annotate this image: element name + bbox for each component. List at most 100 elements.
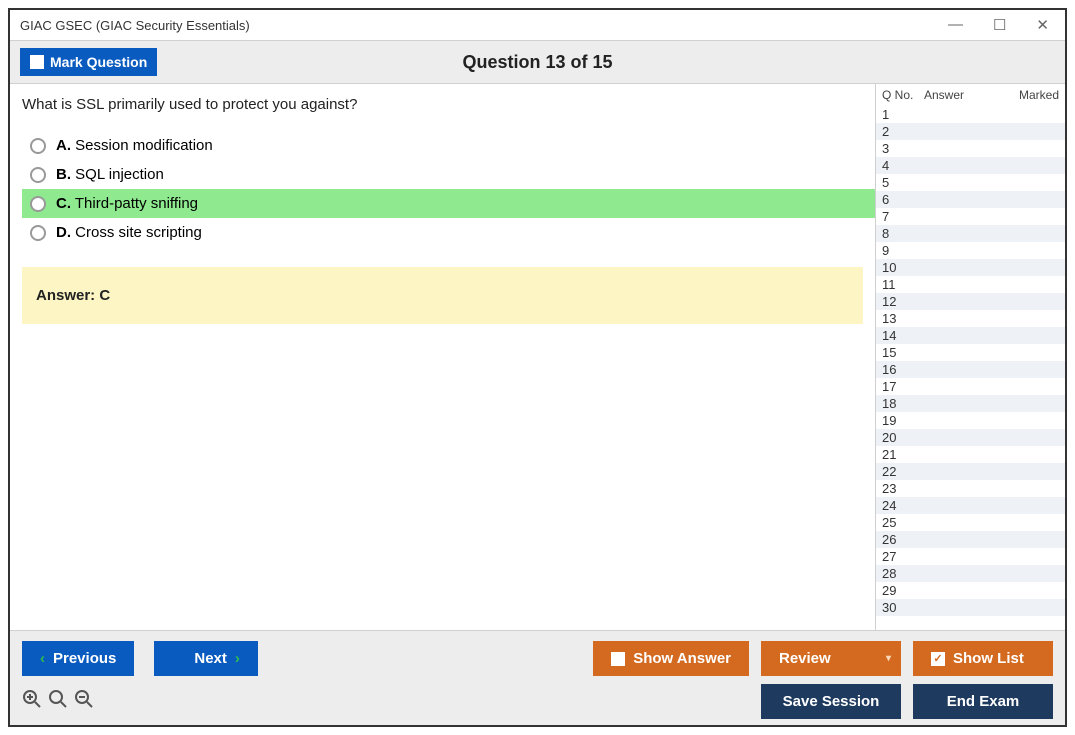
list-row[interactable]: 25 [876,514,1065,531]
save-session-label: Save Session [783,693,880,710]
row-qno: 30 [882,600,924,615]
row-qno: 18 [882,396,924,411]
row-qno: 1 [882,107,924,122]
row-qno: 13 [882,311,924,326]
list-rows[interactable]: 1234567891011121314151617181920212223242… [876,106,1065,630]
list-row[interactable]: 22 [876,463,1065,480]
row-qno: 6 [882,192,924,207]
radio-icon [30,167,46,183]
end-exam-button[interactable]: End Exam [913,684,1053,719]
list-row[interactable]: 28 [876,565,1065,582]
titlebar: GIAC GSEC (GIAC Security Essentials) — ☐… [10,10,1065,40]
option-label: D. Cross site scripting [56,224,202,241]
header-marked: Marked [1019,88,1059,102]
option-label: B. SQL injection [56,166,164,183]
row-qno: 2 [882,124,924,139]
minimize-icon[interactable]: — [942,14,969,36]
row-qno: 28 [882,566,924,581]
row-qno: 10 [882,260,924,275]
save-session-button[interactable]: Save Session [761,684,901,719]
option-c[interactable]: C. Third-patty sniffing [22,189,875,218]
list-row[interactable]: 13 [876,310,1065,327]
list-row[interactable]: 2 [876,123,1065,140]
list-row[interactable]: 23 [876,480,1065,497]
topbar: Mark Question Question 13 of 15 [10,40,1065,84]
maximize-icon[interactable]: ☐ [987,14,1012,36]
row-qno: 12 [882,294,924,309]
review-label: Review [779,650,831,667]
next-button[interactable]: Next › [154,641,258,676]
list-row[interactable]: 24 [876,497,1065,514]
option-d[interactable]: D. Cross site scripting [22,218,875,247]
row-qno: 23 [882,481,924,496]
list-row[interactable]: 29 [876,582,1065,599]
close-icon[interactable]: ✕ [1030,14,1055,36]
checkbox-checked-icon: ✓ [931,652,945,666]
list-row[interactable]: 7 [876,208,1065,225]
radio-icon [30,196,46,212]
mark-question-label: Mark Question [50,54,147,70]
answer-box: Answer: C [22,267,863,324]
option-a[interactable]: A. Session modification [22,131,875,160]
row-qno: 8 [882,226,924,241]
list-row[interactable]: 10 [876,259,1065,276]
zoom-in-icon[interactable] [22,689,42,715]
list-row[interactable]: 26 [876,531,1065,548]
row-qno: 15 [882,345,924,360]
zoom-reset-icon[interactable] [48,689,68,715]
list-row[interactable]: 17 [876,378,1065,395]
next-label: Next [194,650,227,667]
list-row[interactable]: 1 [876,106,1065,123]
show-answer-button[interactable]: Show Answer [593,641,749,676]
row-qno: 21 [882,447,924,462]
checkbox-icon [611,652,625,666]
review-button[interactable]: Review ▾ [761,641,901,676]
list-row[interactable]: 14 [876,327,1065,344]
list-row[interactable]: 12 [876,293,1065,310]
list-row[interactable]: 6 [876,191,1065,208]
option-b[interactable]: B. SQL injection [22,160,875,189]
row-qno: 4 [882,158,924,173]
options-list: A. Session modification B. SQL injection C… [22,131,875,247]
list-row[interactable]: 8 [876,225,1065,242]
list-row[interactable]: 15 [876,344,1065,361]
list-row[interactable]: 11 [876,276,1065,293]
list-row[interactable]: 3 [876,140,1065,157]
window-title: GIAC GSEC (GIAC Security Essentials) [20,18,250,33]
row-qno: 7 [882,209,924,224]
row-qno: 25 [882,515,924,530]
row-qno: 17 [882,379,924,394]
checkbox-icon [30,55,44,69]
row-qno: 29 [882,583,924,598]
list-row[interactable]: 5 [876,174,1065,191]
list-row[interactable]: 19 [876,412,1065,429]
list-row[interactable]: 30 [876,599,1065,616]
question-counter: Question 13 of 15 [462,52,612,73]
list-row[interactable]: 18 [876,395,1065,412]
list-row[interactable]: 20 [876,429,1065,446]
question-list-panel: Q No. Answer Marked 12345678910111213141… [875,84,1065,630]
zoom-out-icon[interactable] [74,689,94,715]
row-qno: 20 [882,430,924,445]
row-qno: 3 [882,141,924,156]
mark-question-button[interactable]: Mark Question [20,48,157,76]
list-row[interactable]: 4 [876,157,1065,174]
option-label: C. Third-patty sniffing [56,195,198,212]
show-list-button[interactable]: ✓ Show List [913,641,1053,676]
list-row[interactable]: 27 [876,548,1065,565]
row-qno: 19 [882,413,924,428]
row-qno: 5 [882,175,924,190]
row-qno: 16 [882,362,924,377]
list-row[interactable]: 16 [876,361,1065,378]
header-answer: Answer [924,88,1019,102]
row-qno: 26 [882,532,924,547]
previous-button[interactable]: ‹ Previous [22,641,134,676]
list-row[interactable]: 9 [876,242,1065,259]
chevron-right-icon: › [235,650,240,667]
list-row[interactable]: 21 [876,446,1065,463]
previous-label: Previous [53,650,116,667]
show-answer-label: Show Answer [633,650,731,667]
row-qno: 9 [882,243,924,258]
row-qno: 24 [882,498,924,513]
row-qno: 14 [882,328,924,343]
